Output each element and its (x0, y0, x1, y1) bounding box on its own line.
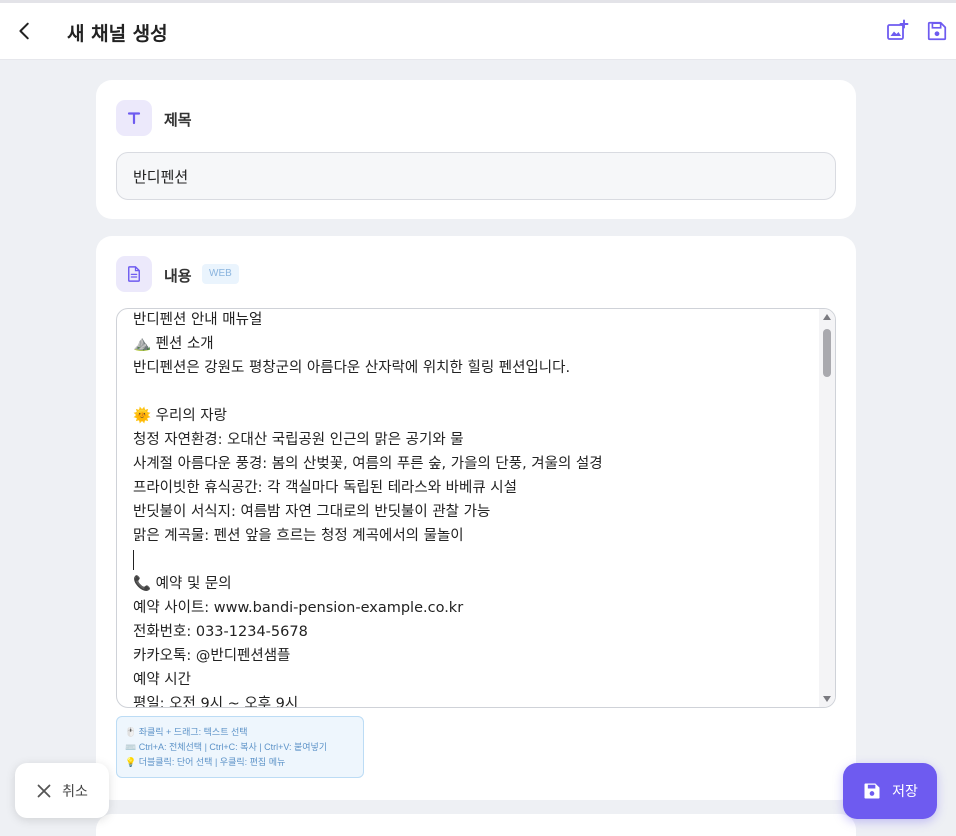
floppy-disk-icon (927, 21, 947, 41)
scroll-up-arrow-icon[interactable] (822, 313, 832, 321)
hint-line: 💡 더블클릭: 단어 선택 | 우클릭: 편집 메뉴 (125, 757, 286, 767)
chevron-left-icon (19, 22, 29, 40)
content-line (133, 380, 813, 404)
add-image-icon (887, 19, 909, 40)
content-section-icon-box (116, 256, 152, 292)
back-button[interactable] (12, 18, 38, 44)
hint-line: ⌨️ Ctrl+A: 전체선택 | Ctrl+C: 복사 | Ctrl+V: 붙… (125, 742, 328, 752)
cancel-button[interactable]: 취소 (15, 763, 109, 818)
scroll-thumb[interactable] (823, 329, 831, 377)
text-t-icon (127, 112, 141, 125)
content-line: 평일: 오전 9시 ~ 오후 9시 (133, 696, 299, 708)
document-icon (128, 266, 140, 282)
content-line: 카카오톡: @반디펜션샘플 (133, 648, 291, 664)
content-line: 프라이빗한 휴식공간: 각 객실마다 독립된 테라스와 바베큐 시설 (133, 480, 517, 496)
title-input[interactable] (116, 152, 836, 200)
add-image-button[interactable] (884, 18, 910, 44)
content-line: 전화번호: 033-1234-5678 (133, 624, 308, 640)
content-text[interactable]: 반디펜션 안내 매뉴얼 ⛰️ 펜션 소개 반디펜션은 강원도 평창군의 아름다운… (133, 309, 813, 708)
content-line-cursor (133, 548, 813, 572)
save-top-button[interactable] (924, 18, 950, 44)
content-line: 맑은 계곡물: 펜션 앞을 흐르는 청정 계곡에서의 물놀이 (133, 528, 464, 544)
scroll-down-arrow-icon[interactable] (822, 695, 832, 703)
hint-line: 🖱️ 좌클릭 + 드래그: 텍스트 선택 (125, 727, 248, 737)
content-line: 반디펜션은 강원도 평창군의 아름다운 산자락에 위치한 힐링 펜션입니다. (133, 360, 571, 376)
top-app-bar: 새 채널 생성 (0, 0, 956, 60)
save-label: 저장 (892, 784, 918, 800)
close-icon (37, 784, 51, 797)
next-card-peek (96, 814, 856, 836)
content-line: 예약 사이트: www.bandi-pension-example.co.kr (133, 600, 464, 616)
content-line: 📞 예약 및 문의 (133, 576, 232, 592)
content-line: 반딧불이 서식지: 여름밤 자연 그대로의 반딧불이 관찰 가능 (133, 504, 491, 520)
save-button[interactable]: 저장 (843, 763, 937, 819)
title-section-icon-box (116, 100, 152, 136)
editing-hint-box: 🖱️ 좌클릭 + 드래그: 텍스트 선택 ⌨️ Ctrl+A: 전체선택 | C… (116, 716, 364, 778)
cancel-label: 취소 (62, 783, 88, 800)
content-line: 예약 시간 (133, 672, 191, 688)
content-line: 🌞 우리의 자랑 (133, 408, 227, 424)
content-textarea[interactable]: 반디펜션 안내 매뉴얼 ⛰️ 펜션 소개 반디펜션은 강원도 평창군의 아름다운… (116, 308, 836, 708)
content-line: ⛰️ 펜션 소개 (133, 336, 214, 352)
content-line: 사계절 아름다운 풍경: 봄의 산벚꽃, 여름의 푸른 숲, 가을의 단풍, 겨… (133, 456, 603, 472)
content-line: 반디펜션 안내 매뉴얼 (133, 312, 263, 328)
floppy-disk-icon (864, 783, 880, 799)
title-section-label: 제목 (164, 111, 192, 129)
web-badge: WEB (202, 264, 239, 284)
content-section-label: 내용 (164, 267, 192, 285)
page-title: 새 채널 생성 (67, 23, 168, 45)
title-card: 제목 (96, 80, 856, 219)
content-line: 청정 자연환경: 오대산 국립공원 인근의 맑은 공기와 물 (133, 432, 464, 448)
text-caret (133, 550, 134, 570)
content-card: 내용 WEB 반디펜션 안내 매뉴얼 ⛰️ 펜션 소개 반디펜션은 강원도 평창… (96, 236, 856, 800)
content-scrollbar[interactable] (819, 309, 835, 707)
